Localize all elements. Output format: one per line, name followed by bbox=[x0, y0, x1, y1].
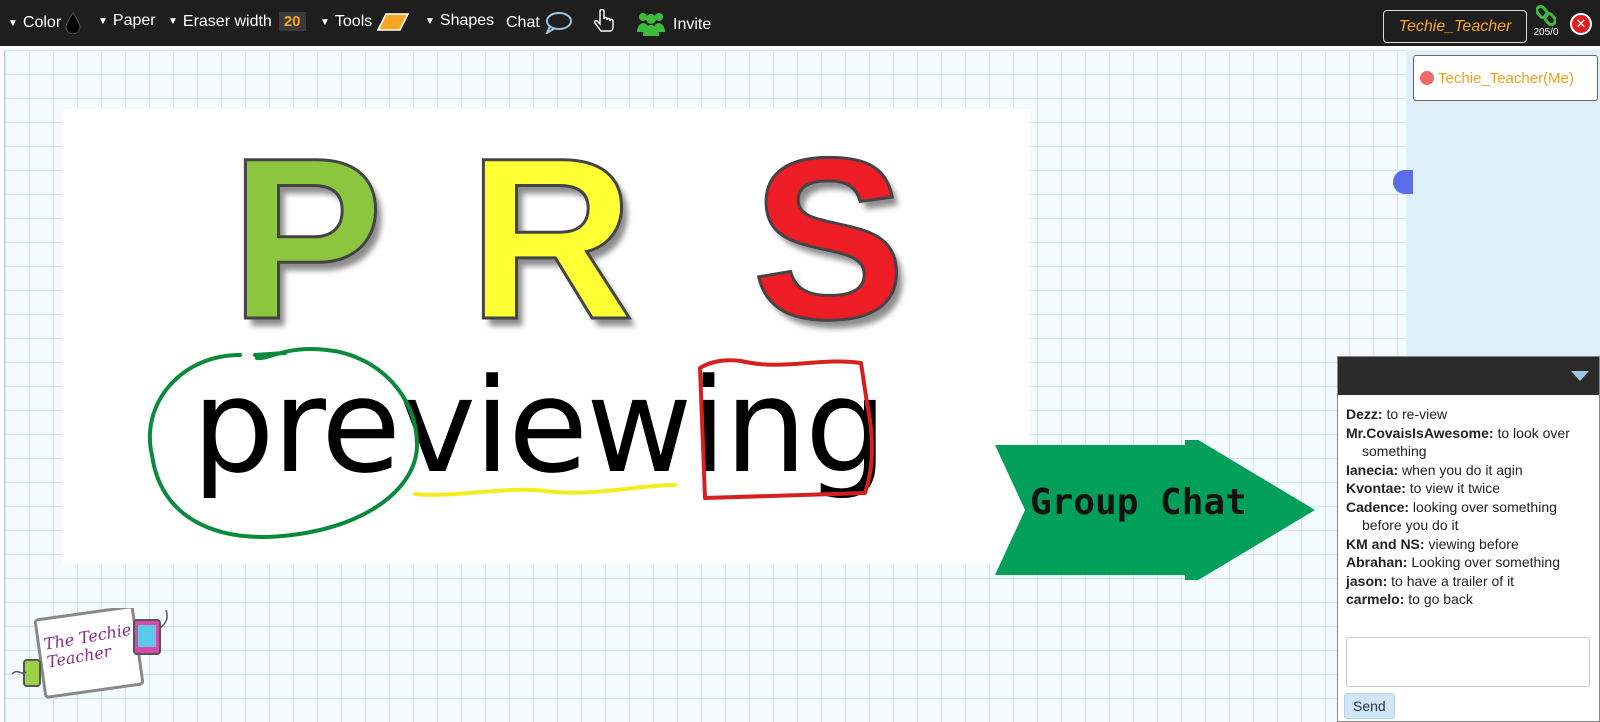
chat-message-user: carmelo: bbox=[1346, 591, 1405, 607]
chat-message: Abrahan: Looking over something bbox=[1346, 553, 1591, 572]
caret-down-icon: ▼ bbox=[8, 17, 18, 29]
letter-p: P bbox=[228, 110, 384, 367]
chat-message: Mr.CovaisIsAwesome: to look over somethin… bbox=[1346, 424, 1591, 461]
slide-word: previewing bbox=[192, 350, 887, 502]
close-icon[interactable]: ✕ bbox=[1570, 13, 1592, 35]
connection-status: 205/0 bbox=[1528, 4, 1564, 42]
pointer-tool-button[interactable] bbox=[592, 9, 614, 35]
eraser-icon bbox=[377, 13, 410, 31]
eraser-width-label: Eraser width bbox=[182, 12, 272, 30]
chat-message-text: to have a trailer of it bbox=[1391, 572, 1515, 589]
shapes-menu[interactable]: ▼ Shapes bbox=[425, 12, 494, 30]
connection-count: 205/0 bbox=[1533, 27, 1559, 38]
invite-button[interactable]: Invite bbox=[637, 10, 711, 36]
eraser-width-menu[interactable]: ▼ Eraser width 20 bbox=[168, 12, 306, 31]
chat-message: Cadence: looking over something before yo… bbox=[1346, 498, 1591, 535]
paper-menu[interactable]: ▼ Paper bbox=[98, 12, 156, 30]
panel-drag-handle[interactable] bbox=[1393, 170, 1413, 194]
chat-message: carmelo: to go back bbox=[1346, 590, 1591, 609]
chat-button-label: Chat bbox=[506, 14, 540, 31]
caret-down-icon: ▼ bbox=[168, 16, 178, 27]
eraser-width-value[interactable]: 20 bbox=[278, 12, 306, 31]
chat-bubble-icon bbox=[545, 12, 572, 34]
link-chain-icon bbox=[1535, 4, 1557, 27]
tools-menu-label: Tools bbox=[334, 13, 373, 30]
chat-message-input[interactable] bbox=[1346, 637, 1590, 687]
chat-message-user: Cadence: bbox=[1346, 498, 1410, 515]
chat-message-text: viewing before bbox=[1428, 535, 1519, 552]
chat-message-text: to re-view bbox=[1386, 406, 1448, 422]
chat-header bbox=[1338, 357, 1599, 395]
group-users-icon bbox=[637, 13, 665, 36]
caret-down-icon: ▼ bbox=[425, 15, 435, 27]
chat-message-user: Mr.CovaisIsAwesome: bbox=[1346, 424, 1494, 441]
caret-down-icon: ▼ bbox=[98, 15, 108, 27]
chevron-down-icon[interactable] bbox=[1571, 371, 1589, 381]
group-chat-arrow-label: Group Chat bbox=[1030, 482, 1247, 523]
color-menu-label: Color bbox=[22, 14, 62, 31]
user-name-badge[interactable]: Techie_Teacher bbox=[1383, 10, 1527, 43]
chat-message: Ianecia: when you do it agin bbox=[1346, 461, 1591, 480]
chat-button[interactable]: Chat bbox=[506, 12, 572, 34]
chat-message-text: to view it twice bbox=[1409, 480, 1501, 496]
chat-message: KM and NS: viewing before bbox=[1346, 535, 1591, 554]
chat-message: jason: to have a trailer of it bbox=[1346, 572, 1591, 591]
chat-message: Dezz: to re-view bbox=[1346, 405, 1591, 424]
invite-button-label: Invite bbox=[673, 16, 712, 33]
chat-message-user: Ianecia: bbox=[1346, 461, 1399, 478]
group-chat-window: Dezz: to re-view Mr.CovaisIsAwesome: to loo… bbox=[1337, 356, 1600, 722]
chat-message-user: KM and NS: bbox=[1346, 535, 1425, 552]
shapes-menu-label: Shapes bbox=[439, 12, 495, 29]
ink-drop-icon bbox=[65, 12, 81, 34]
user-status-dot bbox=[1420, 71, 1434, 85]
hand-pointer-icon bbox=[593, 9, 614, 32]
chat-message: Kvontae: to view it twice bbox=[1346, 479, 1591, 498]
chat-message-user: Abrahan: bbox=[1346, 554, 1408, 570]
paper-menu-label: Paper bbox=[112, 12, 156, 29]
tools-menu[interactable]: ▼ Tools bbox=[320, 12, 410, 32]
member-me[interactable]: Techie_Teacher(Me) bbox=[1438, 70, 1574, 87]
chat-message-text: to go back bbox=[1408, 591, 1473, 607]
chat-message-user: Dezz: bbox=[1346, 406, 1383, 422]
chat-messages: Dezz: to re-view Mr.CovaisIsAwesome: to loo… bbox=[1338, 395, 1599, 609]
toolbar: ▼ Color ▼ Paper ▼ Eraser width 20 ▼ Tool… bbox=[0, 0, 1600, 46]
chat-message-text: when you do it agin bbox=[1402, 461, 1523, 478]
caret-down-icon: ▼ bbox=[320, 16, 330, 28]
chat-message-user: Kvontae: bbox=[1346, 480, 1406, 496]
chat-message-text: Looking over something bbox=[1411, 554, 1560, 570]
letter-s: S bbox=[750, 110, 906, 367]
letter-r: R bbox=[466, 110, 635, 367]
color-menu[interactable]: ▼ Color bbox=[8, 12, 81, 34]
send-button[interactable]: Send bbox=[1344, 693, 1395, 719]
chat-message-user: jason: bbox=[1346, 572, 1388, 589]
member-list: Techie_Teacher(Me) bbox=[1413, 55, 1598, 101]
